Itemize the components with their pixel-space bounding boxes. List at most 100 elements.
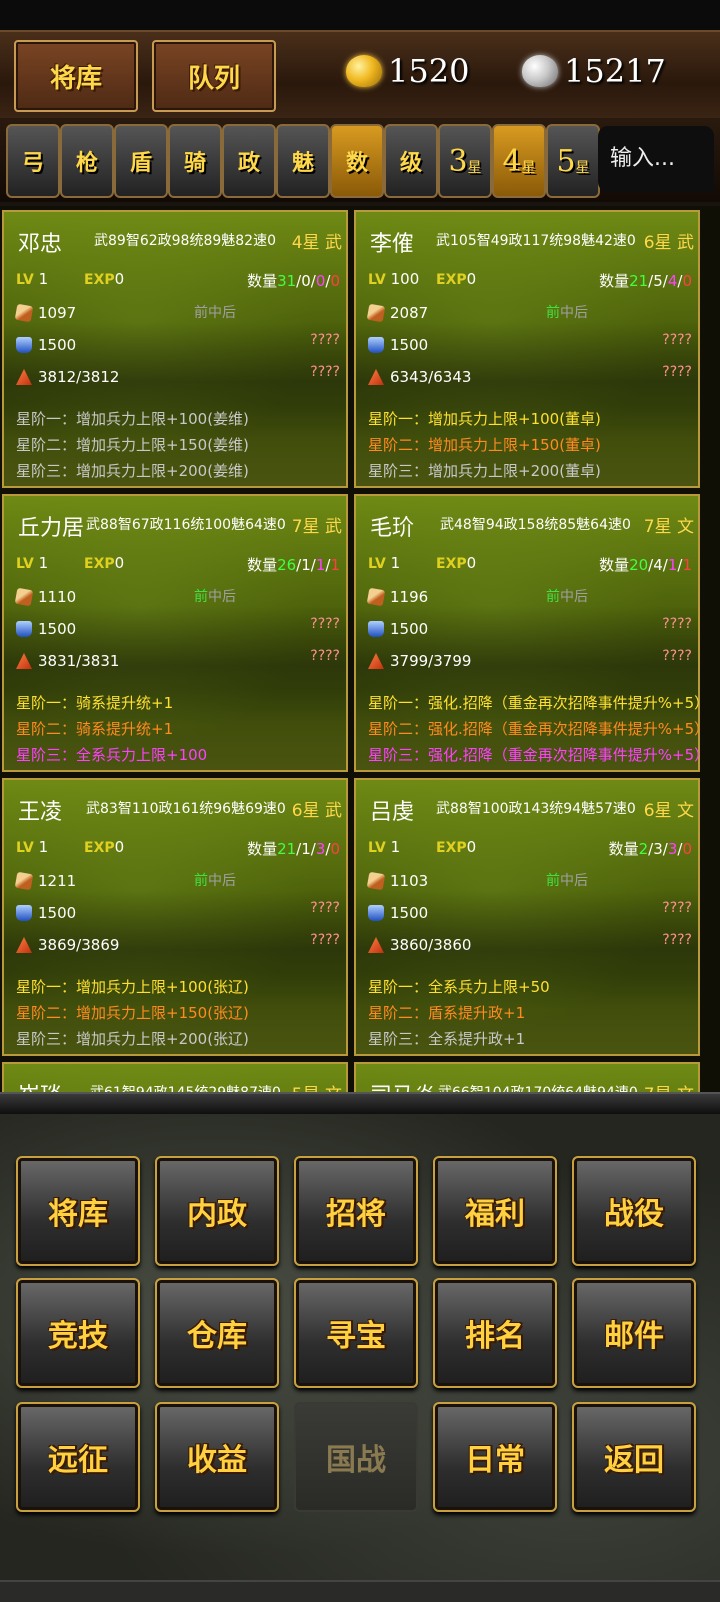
attack-value: 1110 [38,588,77,606]
attack-value: 1211 [38,872,77,890]
general-list[interactable]: 邓忠 武89智62政98统89魅82速0 4星 武 LV 1 EXP0 数量31… [0,206,720,1092]
qty-white: 1 [301,840,311,858]
quantity: 数量2/3/3/0 [608,840,692,858]
armor-icon [16,621,32,637]
experience: EXP0 [436,270,476,288]
general-card[interactable]: 毛玠 武48智94政158统85魅64速0 7星 文 LV 1 EXP0 数量2… [354,494,709,772]
general-card[interactable]: 丘力居 武88智67政116统100魅64速0 7星 武 LV 1 EXP0 数… [2,494,348,772]
menu-national-war-button[interactable]: 国战 [294,1402,418,1512]
general-card[interactable]: 李傕 武105智49政117统98魅42速0 6星 武 LV 100 EXP0 … [354,210,700,488]
formation-position: 前中后 [194,586,236,606]
pos-back: 后 [574,873,588,889]
queue-tab-button[interactable]: 队列 [152,40,276,112]
troop-icon [16,937,32,953]
quantity: 数量21/5/4/0 [599,272,692,290]
menu-recruit-button[interactable]: 招将 [294,1156,418,1266]
general-stats: 武48智94政158统85魅64速0 [440,517,631,533]
troop-icon [16,369,32,385]
qty-red: 0 [682,272,692,290]
search-input[interactable]: 输入... [598,126,714,192]
generals-tab-button[interactable]: 将库 [14,40,138,112]
menu-expedition-button[interactable]: 远征 [16,1402,140,1512]
star-3-number: 3 [448,143,468,179]
exp-label: EXP [84,556,115,572]
sword-icon [14,871,34,891]
gold-amount: 1520 [388,52,470,90]
general-star-type: 4星 武 [291,233,342,253]
troops-value: 3799/3799 [390,652,472,670]
filter-level[interactable]: 级 [384,124,438,198]
star-5-number: 5 [556,143,576,179]
pos-front: 前 [194,589,208,605]
filter-charm[interactable]: 魅 [276,124,330,198]
troops-value: 3812/3812 [38,368,120,386]
filter-shield[interactable]: 盾 [114,124,168,198]
general-card[interactable]: 吕虔 武88智100政143统94魅57速0 6星 文 LV 1 EXP0 数量… [354,778,700,1056]
troops-value: 6343/6343 [390,368,472,386]
star-skill-3: 星阶三：强化.招降（重金再次招降事件提升%+5） [368,746,710,764]
menu-mail-button[interactable]: 邮件 [572,1278,696,1388]
filter-star-3[interactable]: 3星 [438,124,492,198]
experience: EXP0 [84,554,124,572]
qty-white: 4 [653,556,663,574]
menu-warehouse-button[interactable]: 仓库 [155,1278,279,1388]
general-card[interactable]: 司马炎 武66智104政170统64魅94速0 7星 文 [354,1062,700,1092]
general-stats: 武66智104政170统64魅94速0 [438,1082,638,1092]
troops-row: 3812/3812 [16,368,119,386]
general-stats: 武83智110政161统96魅69速0 [86,801,286,817]
sword-icon [14,303,34,323]
star-skill-1: 星阶一：增加兵力上限+100(董卓) [368,410,601,428]
troops-value: 3860/3860 [390,936,472,954]
star-skill-3: 星阶三：全系兵力上限+100 [16,746,208,764]
menu-back-button[interactable]: 返回 [572,1402,696,1512]
pos-middle: 中 [208,305,222,321]
menu-arena-button[interactable]: 竞技 [16,1278,140,1388]
qty-white: 0 [301,272,311,290]
attack-row: 1103 [366,871,428,891]
general-card[interactable]: 王凌 武83智110政161统96魅69速0 6星 武 LV 1 EXP0 数量… [2,778,348,1056]
level-value: 1 [390,554,401,572]
menu-welfare-button[interactable]: 福利 [433,1156,557,1266]
level: LV 100 [368,270,419,288]
gold-ingot-icon [346,55,382,87]
attack-row: 1196 [366,587,428,607]
qty-label: 数量 [247,272,278,290]
pos-middle: 中 [560,589,574,605]
general-star-type: 5星 文 [292,1080,342,1092]
troops-row: 3831/3831 [16,652,119,670]
star-3-unit: 星 [467,160,482,176]
menu-income-button[interactable]: 收益 [155,1402,279,1512]
menu-ranking-button[interactable]: 排名 [433,1278,557,1388]
menu-domestic-button[interactable]: 内政 [155,1156,279,1266]
qty-label: 数量 [608,840,639,858]
menu-campaign-button[interactable]: 战役 [572,1156,696,1266]
defense-row: 1500 [368,620,428,638]
filter-star-5[interactable]: 5星 [546,124,600,198]
menu-daily-button[interactable]: 日常 [433,1402,557,1512]
pos-front: 前 [194,873,208,889]
filter-spear[interactable]: 枪 [60,124,114,198]
unknown-stat-2: ???? [310,932,340,948]
qty-label: 数量 [599,556,630,574]
filter-politics[interactable]: 政 [222,124,276,198]
experience: EXP0 [436,838,476,856]
general-star-type: 6星 文 [643,801,694,821]
filter-cavalry[interactable]: 骑 [168,124,222,198]
experience: EXP0 [84,838,124,856]
silver-ingot-icon [522,55,558,87]
quantity: 数量26/1/1/1 [247,556,340,574]
qty-white: 5 [653,272,663,290]
general-name: 丘力居 [18,516,85,541]
filter-count[interactable]: 数 [330,124,384,198]
general-card[interactable]: 邓忠 武89智62政98统89魅82速0 4星 武 LV 1 EXP0 数量31… [2,210,348,488]
menu-treasure-button[interactable]: 寻宝 [294,1278,418,1388]
filter-star-4[interactable]: 4星 [492,124,546,198]
general-stats: 武61智94政145统29魅87速0 [90,1082,281,1092]
general-stats: 武88智67政116统100魅64速0 [86,517,286,533]
general-card[interactable]: 崔琰 武61智94政145统29魅87速0 5星 文 [2,1062,348,1092]
general-name: 吕虔 [370,800,415,825]
filter-bow[interactable]: 弓 [6,124,60,198]
menu-generals-button[interactable]: 将库 [16,1156,140,1266]
sword-icon [366,871,386,891]
defense-value: 1500 [390,904,429,922]
